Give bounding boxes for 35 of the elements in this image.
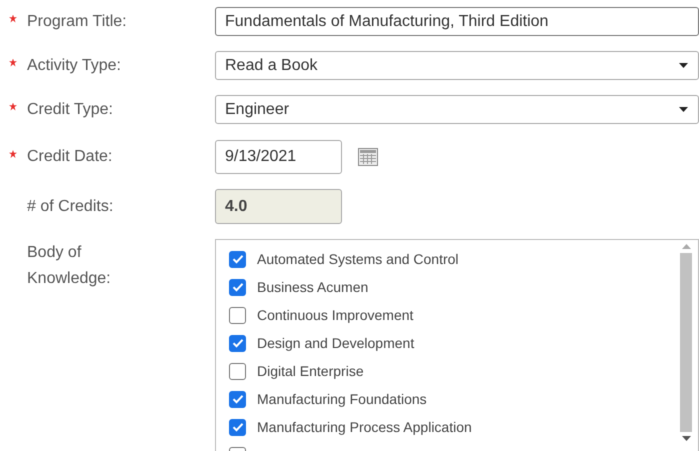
checkbox-label[interactable]: Design and Development (257, 335, 414, 351)
checkbox[interactable] (229, 362, 246, 380)
field-label: Program Title: (27, 12, 127, 30)
checkbox[interactable] (229, 334, 246, 352)
date-field[interactable]: 9/13/2021 (215, 140, 342, 174)
checkbox[interactable] (229, 418, 246, 436)
checkbox-label[interactable]: Manufacturing Foundations (257, 391, 427, 407)
caret-icon (679, 63, 688, 68)
checkbox[interactable] (229, 390, 246, 408)
checkbox[interactable] (229, 306, 246, 324)
title-field[interactable]: Fundamentals of Manufacturing, Third Edition (215, 7, 699, 36)
checkbox-label[interactable]: Automated Systems and Control (257, 251, 459, 267)
checkmark-icon (232, 422, 244, 432)
checkbox-label[interactable]: Manufacturing Process Application (257, 419, 472, 435)
field-label: # of Credits: (27, 198, 114, 216)
checkbox[interactable] (229, 278, 246, 296)
checkmark-icon (232, 338, 244, 348)
credits-field: 4.0 (215, 189, 342, 224)
dropdown[interactable]: Engineer (215, 95, 699, 124)
checkbox[interactable] (229, 250, 246, 268)
scroll-down-icon[interactable] (682, 436, 690, 441)
calendar-icon[interactable] (358, 148, 378, 166)
scroll-up-icon[interactable] (682, 244, 690, 249)
dropdown[interactable]: Read a Book (215, 51, 699, 80)
checkbox-label[interactable]: Continuous Improvement (257, 307, 414, 323)
caret-icon (679, 107, 688, 112)
checkmark-icon (232, 282, 244, 292)
field-label: Credit Type: (27, 100, 113, 118)
checkbox-label[interactable]: Business Acumen (257, 279, 368, 295)
field-label: Activity Type: (27, 56, 121, 74)
checkmark-icon (232, 254, 244, 264)
field-label: Body of Knowledge: (27, 243, 112, 289)
checkmark-icon (232, 394, 244, 404)
checkbox-label[interactable]: Digital Enterprise (257, 363, 364, 379)
field-label: Credit Date: (27, 148, 112, 166)
